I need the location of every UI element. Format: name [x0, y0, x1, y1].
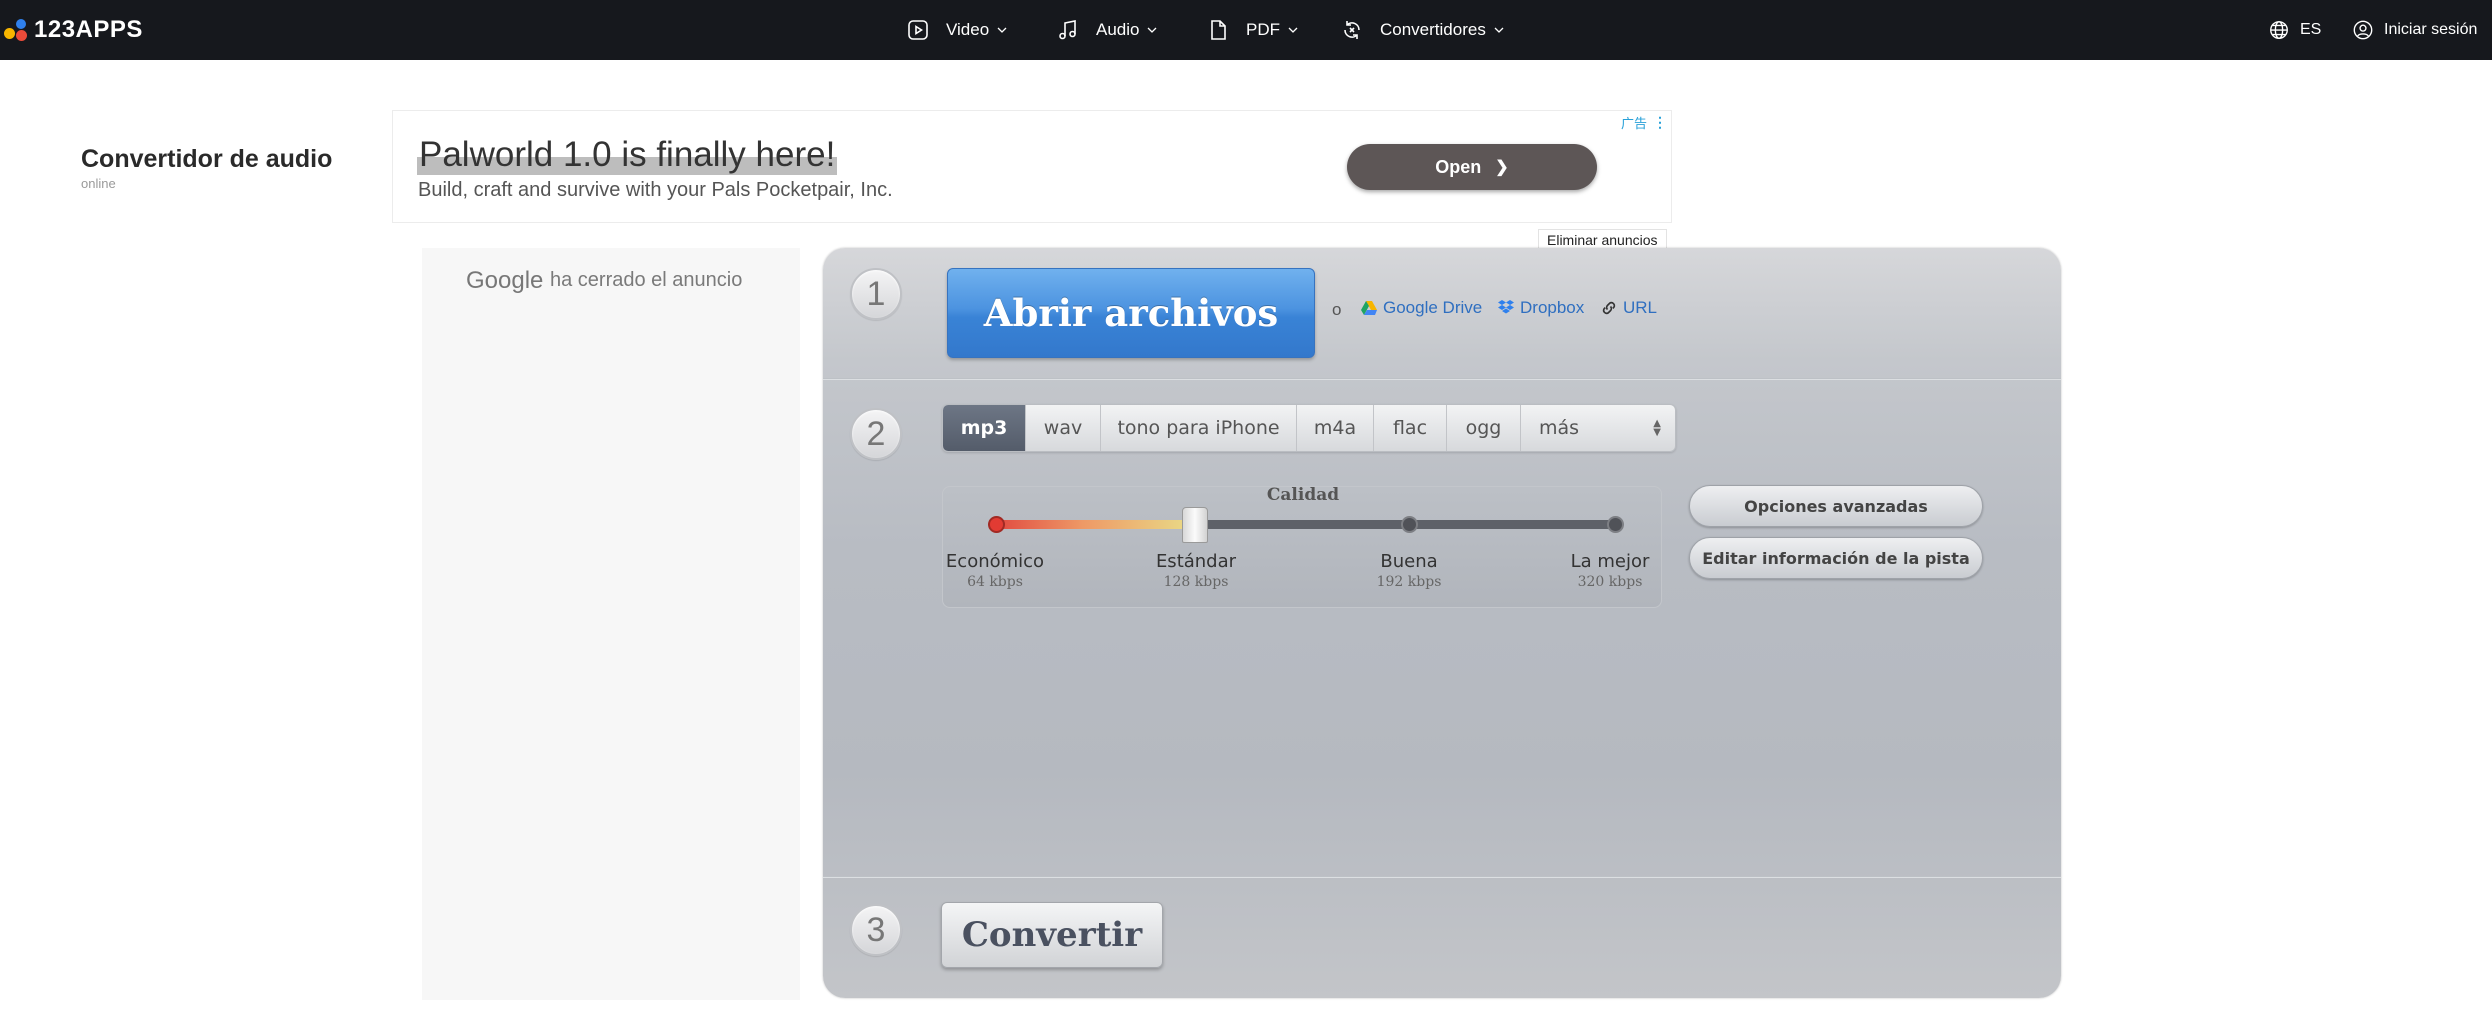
quality-label-good: Buena	[1380, 551, 1438, 572]
nav-converters-label: Convertidores	[1380, 20, 1486, 39]
quality-stop-economic[interactable]	[988, 516, 1005, 533]
dropbox-icon	[1498, 300, 1514, 314]
chevron-down-icon	[1288, 27, 1298, 33]
link-icon	[1602, 301, 1616, 315]
convert-icon	[1344, 21, 1360, 39]
globe-icon	[2270, 21, 2288, 39]
chevron-down-icon	[997, 27, 1007, 33]
edit-track-info-button[interactable]: Editar información de la pista	[1689, 537, 1983, 579]
top-navigation-bar: 123APPS Video Audio PDF Convertidores ES…	[0, 0, 2492, 60]
google-drive-label: Google Drive	[1383, 298, 1483, 317]
format-more-label: más	[1539, 417, 1580, 439]
ad-open-label: Open	[1435, 156, 1482, 177]
page-subtitle: online	[81, 176, 116, 191]
advanced-options-button[interactable]: Opciones avanzadas	[1689, 485, 1983, 527]
chevron-down-icon	[1494, 27, 1504, 33]
language-selector[interactable]: ES	[2268, 0, 2321, 60]
user-icon	[2353, 20, 2373, 40]
quality-bitrate-economic: 64 kbps	[967, 574, 1023, 590]
step-divider	[823, 378, 2061, 380]
format-tab-m4a[interactable]: m4a	[1297, 405, 1374, 451]
format-more-dropdown[interactable]: más ▲ ▼	[1521, 405, 1675, 451]
convert-button[interactable]: Convertir	[941, 902, 1163, 968]
ad-body-text: Build, craft and survive with your Pals …	[418, 179, 893, 201]
ad-tag-label: 广告	[1621, 116, 1648, 131]
music-note-icon	[1059, 20, 1076, 40]
nav-video[interactable]: Video	[906, 0, 1007, 60]
language-label: ES	[2300, 21, 2322, 38]
quality-slider-fill	[991, 520, 1195, 529]
nav-pdf[interactable]: PDF	[1206, 0, 1298, 60]
nav-video-label: Video	[946, 20, 990, 39]
login-label: Iniciar sesión	[2384, 21, 2478, 38]
format-tab-iphone-ringtone[interactable]: tono para iPhone	[1101, 405, 1297, 451]
url-label: URL	[1623, 298, 1658, 317]
nav-converters[interactable]: Convertidores	[1340, 0, 1504, 60]
ad-headline[interactable]: Palworld 1.0 is finally here!	[417, 135, 838, 175]
quality-label-economic: Económico	[945, 551, 1045, 572]
or-label: o	[1332, 300, 1342, 319]
quality-bitrate-best: 320 kbps	[1577, 574, 1643, 590]
nav-pdf-label: PDF	[1246, 20, 1280, 39]
google-drive-link[interactable]: Google Drive	[1360, 298, 1482, 318]
quality-slider-handle[interactable]	[1182, 507, 1208, 543]
open-files-button[interactable]: Abrir archivos	[947, 268, 1315, 358]
logo-text: 123APPS	[34, 16, 143, 43]
quality-bitrate-good: 192 kbps	[1376, 574, 1442, 590]
document-icon	[1211, 20, 1226, 40]
closed-ad-panel: Google ha cerrado el anuncio	[422, 248, 800, 1000]
format-tabs: mp3 wav tono para iPhone m4a flac ogg má…	[942, 404, 1676, 452]
dropbox-link[interactable]: Dropbox	[1497, 298, 1584, 318]
ad-banner[interactable]: Palworld 1.0 is finally here! Build, cra…	[392, 110, 1672, 223]
nav-audio-label: Audio	[1096, 20, 1140, 39]
chevron-right-icon: ❯	[1495, 159, 1509, 176]
quality-slider-box: Calidad Económico 64 kbps Estándar 128 k…	[942, 485, 1662, 608]
closed-ad-text: ha cerrado el anuncio	[550, 269, 743, 291]
format-tab-ogg[interactable]: ogg	[1447, 405, 1521, 451]
step-2-number: 2	[850, 408, 902, 460]
quality-bitrate-standard: 128 kbps	[1163, 574, 1229, 590]
format-tab-wav[interactable]: wav	[1026, 405, 1101, 451]
quality-stop-good[interactable]	[1401, 516, 1418, 533]
chevron-down-icon	[1148, 27, 1157, 33]
ad-choices[interactable]: 广告 ⋮	[1621, 113, 1667, 132]
quality-label-standard: Estándar	[1155, 551, 1237, 572]
url-link[interactable]: URL	[1600, 298, 1657, 318]
format-tab-mp3[interactable]: mp3	[943, 405, 1026, 451]
quality-label-best: La mejor	[1570, 551, 1650, 572]
google-brand: Google	[466, 267, 544, 294]
video-icon	[908, 20, 928, 40]
step-3-number: 3	[850, 904, 902, 956]
page-title: Convertidor de audio	[81, 145, 333, 173]
quality-stop-best[interactable]	[1607, 516, 1624, 533]
format-tab-flac[interactable]: flac	[1374, 405, 1447, 451]
more-vertical-icon[interactable]: ⋮	[1653, 114, 1667, 131]
step-divider	[823, 876, 2061, 878]
nav-audio[interactable]: Audio	[1056, 0, 1157, 60]
converter-panel: 1 Abrir archivos o Google Drive Dropbox …	[823, 248, 2061, 998]
dropbox-label: Dropbox	[1520, 298, 1585, 317]
up-down-arrows-icon: ▲ ▼	[1653, 418, 1661, 438]
login-button[interactable]: Iniciar sesión	[2352, 0, 2477, 60]
step-1-number: 1	[850, 268, 902, 320]
logo[interactable]: 123APPS	[4, 12, 143, 48]
quality-title: Calidad	[1266, 485, 1340, 505]
google-drive-icon	[1361, 301, 1377, 315]
logo-dots-icon	[4, 17, 30, 43]
ad-open-button[interactable]: Open ❯	[1347, 144, 1597, 190]
